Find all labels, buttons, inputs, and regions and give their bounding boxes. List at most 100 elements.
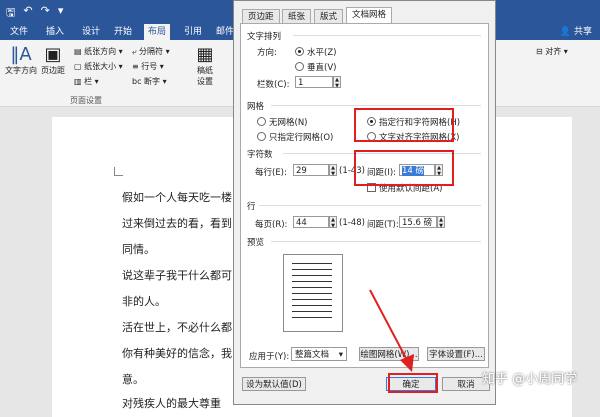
section-characters: 字符数 [247, 150, 273, 160]
preview-thumbnail [283, 254, 343, 332]
doc-line[interactable]: 活在世上，不必什么都 [122, 319, 232, 335]
customize-icon[interactable]: ▾ [58, 4, 64, 23]
share-button[interactable]: 👤 共享 [560, 24, 592, 37]
save-icon[interactable]: 🖫 [6, 4, 15, 23]
draft-settings-button[interactable]: ▦ 稿纸设置 [190, 44, 220, 87]
vertical-label: 垂直(V) [307, 63, 337, 73]
margins-label: 页边距 [41, 66, 65, 75]
grid-line-only-radio[interactable]: 只指定行网格(O) [257, 131, 333, 143]
align-button[interactable]: ⊟ 对齐 ▾ [536, 46, 568, 57]
columns-count-input[interactable]: 1 [295, 76, 333, 88]
draw-grid-button[interactable]: 绘图网格(W)... [359, 347, 419, 361]
highlight-ok-button [388, 373, 438, 393]
lines-pitch-label: 间距(T): [367, 220, 399, 230]
doc-line[interactable]: 非的人。 [122, 293, 166, 309]
align-icon: ⊟ [536, 47, 546, 56]
chars-per-line-stepper[interactable]: ▲ ▼ [329, 164, 337, 177]
share-label: 共享 [573, 27, 592, 37]
dialog-tab-doc-grid[interactable]: 文档网格 [346, 7, 393, 24]
lines-per-page-label: 每页(R): [255, 220, 288, 230]
grid-none-radio[interactable]: 无网格(N) [257, 116, 308, 128]
draft-label: 稿纸设置 [197, 66, 213, 86]
preview-line [292, 305, 332, 306]
doc-line[interactable]: 说这辈子我干什么都可 [122, 267, 232, 283]
tab-references[interactable]: 引用 [180, 24, 206, 40]
text-direction-button[interactable]: ‖A 文字方向 [4, 44, 38, 76]
preview-line [292, 317, 332, 318]
columns-button[interactable]: ▥ 栏 ▾ [74, 76, 99, 87]
apply-to-select[interactable]: 整篇文档 ▾ [291, 347, 347, 361]
redo-icon[interactable]: ↷ [41, 4, 50, 23]
watermark: 知乎 @小周同学 [482, 372, 578, 387]
orientation-label: 纸张方向 [84, 47, 117, 56]
dialog-tab-layout[interactable]: 版式 [314, 9, 344, 24]
grid-line-only-label: 只指定行网格(O) [269, 133, 334, 143]
undo-icon[interactable]: ↶ [23, 4, 32, 23]
grid-none-label: 无网格(N) [269, 118, 308, 128]
highlight-grid-options [354, 108, 454, 142]
lines-range-label: (1-48) [339, 218, 365, 228]
hyphenation-label: 断字 [144, 77, 161, 86]
doc-line[interactable]: 意。 [122, 371, 144, 387]
section-lines: 行 [247, 202, 256, 212]
chars-per-line-input[interactable]: 29 [293, 164, 329, 176]
text-direction-icon: ‖A [10, 44, 32, 65]
tab-design[interactable]: 设计 [78, 24, 104, 40]
doc-line[interactable]: 同情。 [122, 241, 155, 257]
section-text-arrangement: 文字排列 [247, 32, 282, 42]
orientation-button[interactable]: ▤ 纸张方向 ▾ [74, 46, 123, 57]
user-icon: 👤 [559, 27, 572, 37]
tab-insert[interactable]: 插入 [42, 24, 68, 40]
margins-button[interactable]: ▣ 页边距 [38, 44, 68, 76]
divider [293, 35, 481, 36]
preview-line [292, 269, 332, 270]
line-numbers-button[interactable]: ≡ 行号 ▾ [132, 61, 164, 72]
align-label: 对齐 [545, 47, 562, 56]
columns-stepper[interactable]: ▲ ▼ [333, 76, 341, 89]
lines-pitch-input[interactable]: 15.6 磅 [399, 216, 437, 228]
set-default-button[interactable]: 设为默认值(D) [242, 377, 306, 391]
hyphenation-button[interactable]: bc 断字 ▾ [132, 76, 167, 87]
breaks-label: 分隔符 [139, 47, 164, 56]
preview-line [292, 263, 332, 264]
breaks-icon: ⤶ [132, 47, 140, 56]
breaks-button[interactable]: ⤶ 分隔符 ▾ [132, 46, 170, 57]
margin-corner-mark [114, 167, 123, 176]
line-numbers-icon: ≡ [132, 62, 142, 71]
chars-per-line-label: 每行(E): [255, 168, 287, 178]
doc-line[interactable]: 假如一个人每天吃一楼 [122, 189, 232, 205]
highlight-char-pitch [354, 150, 454, 186]
tab-home[interactable]: 开始 [110, 24, 136, 40]
paper-size-label: 纸张大小 [84, 62, 117, 71]
orientation-icon: ▤ [74, 47, 85, 56]
doc-line[interactable]: 对残疾人的最大尊重 [122, 395, 221, 411]
radio-icon [257, 132, 266, 141]
apply-to-label: 应用于(Y): [249, 352, 290, 362]
preview-line [292, 293, 332, 294]
direction-vertical-radio[interactable]: 垂直(V) [295, 61, 336, 73]
columns-label: 栏 [84, 77, 93, 86]
preview-line [292, 281, 332, 282]
paper-size-button[interactable]: ▢ 纸张大小 ▾ [74, 61, 123, 72]
lines-per-page-input[interactable]: 44 [293, 216, 329, 228]
doc-line[interactable]: 过来倒过去的看，看到 [122, 215, 232, 231]
columns-icon: ▥ [74, 77, 85, 86]
dialog-tab-paper[interactable]: 纸张 [282, 9, 312, 24]
apply-to-value: 整篇文档 [295, 350, 330, 360]
direction-horizontal-radio[interactable]: 水平(Z) [295, 46, 336, 58]
dialog-tab-margins[interactable]: 页边距 [242, 9, 280, 24]
horizontal-label: 水平(Z) [307, 48, 337, 58]
doc-grid-panel: 文字排列 方向: 水平(Z) 垂直(V) 栏数(C): 1 ▲ ▼ 网格 无网格(… [240, 23, 489, 368]
divider [271, 105, 481, 106]
lines-pitch-stepper[interactable]: ▲ ▼ [437, 216, 445, 229]
page-setup-dialog: 页边距 纸张 版式 文档网格 文字排列 方向: 水平(Z) 垂直(V) 栏数(C… [233, 0, 496, 405]
radio-icon [295, 62, 304, 71]
font-settings-button[interactable]: 字体设置(F)... [427, 347, 485, 361]
tab-file[interactable]: 文件 [6, 24, 32, 40]
lines-per-page-stepper[interactable]: ▲ ▼ [329, 216, 337, 229]
tab-layout[interactable]: 布局 [144, 24, 171, 40]
preview-line [292, 287, 332, 288]
text-direction-label: 文字方向 [5, 66, 37, 75]
doc-line[interactable]: 你有种美好的信念，我 [122, 345, 232, 361]
chevron-down-icon: ▾ [338, 350, 343, 360]
